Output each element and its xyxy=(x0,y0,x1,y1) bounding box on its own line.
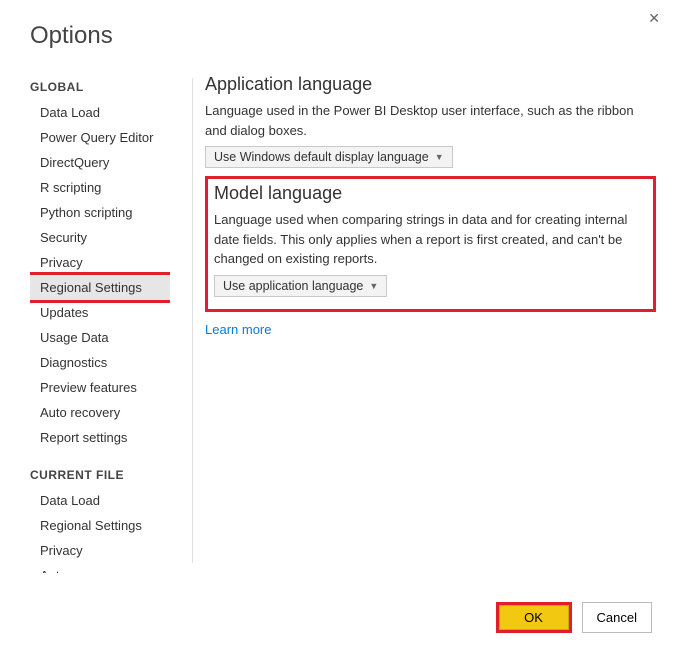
sidebar-item-cf-data-load[interactable]: Data Load xyxy=(30,488,170,513)
sidebar-item-diagnostics[interactable]: Diagnostics xyxy=(30,350,170,375)
dialog-title: Options xyxy=(0,0,676,68)
sidebar-item-directquery[interactable]: DirectQuery xyxy=(30,150,170,175)
model-language-section: Model language Language used when compar… xyxy=(205,176,656,312)
model-language-dropdown[interactable]: Use application language ▼ xyxy=(214,275,387,297)
application-language-desc: Language used in the Power BI Desktop us… xyxy=(205,101,656,140)
sidebar-item-python-scripting[interactable]: Python scripting xyxy=(30,200,170,225)
ok-button[interactable]: OK xyxy=(499,605,569,630)
sidebar-item-report-settings[interactable]: Report settings xyxy=(30,425,170,450)
chevron-down-icon: ▼ xyxy=(369,281,378,291)
sidebar-item-cf-regional-settings[interactable]: Regional Settings xyxy=(30,513,170,538)
sidebar-section-global: GLOBAL xyxy=(30,80,170,94)
chevron-down-icon: ▼ xyxy=(435,152,444,162)
sidebar-item-usage-data[interactable]: Usage Data xyxy=(30,325,170,350)
sidebar-item-auto-recovery[interactable]: Auto recovery xyxy=(30,400,170,425)
scroll-down-icon[interactable]: ▾ xyxy=(164,562,170,573)
close-icon[interactable]: ✕ xyxy=(648,10,660,27)
application-language-dropdown[interactable]: Use Windows default display language ▼ xyxy=(205,146,453,168)
sidebar-item-preview-features[interactable]: Preview features xyxy=(30,375,170,400)
model-language-value: Use application language xyxy=(223,279,363,293)
sidebar-item-cf-auto-recovery[interactable]: Auto recovery xyxy=(30,563,170,573)
vertical-divider xyxy=(192,78,193,563)
sidebar-item-cf-privacy[interactable]: Privacy xyxy=(30,538,170,563)
sidebar-item-updates[interactable]: Updates xyxy=(30,300,170,325)
model-language-desc: Language used when comparing strings in … xyxy=(214,210,647,269)
sidebar-item-regional-settings[interactable]: Regional Settings xyxy=(30,275,170,300)
learn-more-link[interactable]: Learn more xyxy=(205,322,271,337)
sidebar-item-r-scripting[interactable]: R scripting xyxy=(30,175,170,200)
sidebar-item-power-query-editor[interactable]: Power Query Editor xyxy=(30,125,170,150)
model-language-heading: Model language xyxy=(214,183,647,204)
scroll-up-icon[interactable]: ▴ xyxy=(164,68,170,79)
sidebar: GLOBAL Data Load Power Query Editor Dire… xyxy=(30,68,170,573)
application-language-value: Use Windows default display language xyxy=(214,150,429,164)
sidebar-item-data-load[interactable]: Data Load xyxy=(30,100,170,125)
sidebar-section-current-file: CURRENT FILE xyxy=(30,468,170,482)
main-panel: Application language Language used in th… xyxy=(205,68,662,573)
cancel-button[interactable]: Cancel xyxy=(582,602,652,633)
sidebar-item-security[interactable]: Security xyxy=(30,225,170,250)
application-language-heading: Application language xyxy=(205,74,656,95)
